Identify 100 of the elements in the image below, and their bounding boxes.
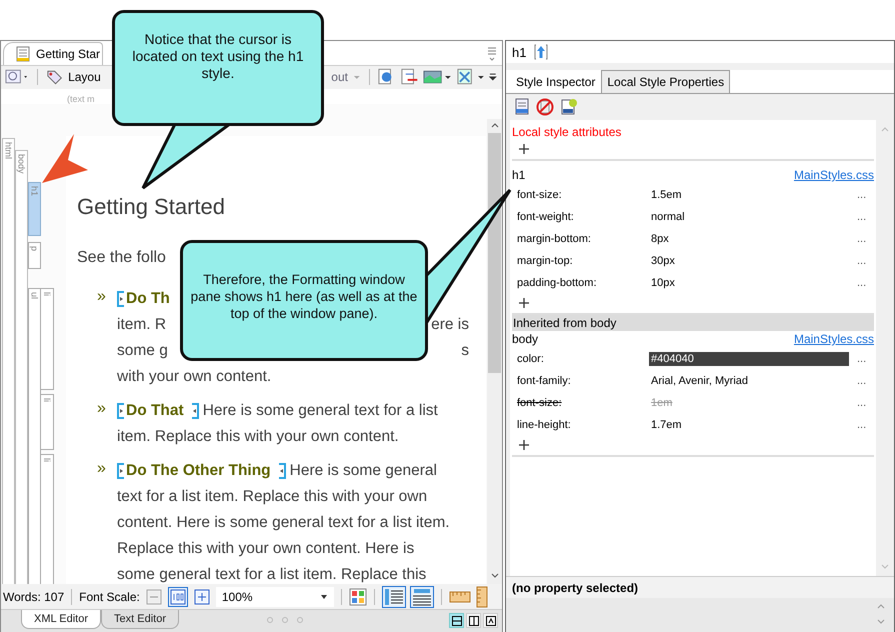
structure-tag[interactable]: ul (28, 288, 41, 584)
tag-icon[interactable] (44, 68, 64, 86)
structure-tag[interactable]: p (28, 242, 41, 269)
property-name: font-size: (517, 189, 563, 201)
document-icon (16, 46, 30, 62)
section-title: Local style attributes (512, 124, 622, 140)
font-scale-reset-button[interactable] (168, 586, 188, 607)
editor-mode-tab[interactable]: XML Editor (21, 610, 102, 630)
structure-tag[interactable]: html (2, 138, 15, 584)
stylesheet-link[interactable]: MainStyles.css (794, 167, 874, 184)
property-value[interactable]: normal (649, 210, 849, 224)
overflow-icon[interactable] (488, 71, 498, 84)
property-name: padding-bottom: (517, 277, 598, 289)
tag-end-marker-icon[interactable] (190, 402, 199, 419)
list-item-text: text for a list item. Replace this with your own (117, 486, 428, 507)
selector-name: body (512, 331, 538, 348)
caret-icon[interactable] (320, 594, 328, 600)
list-item-title: Do That (126, 400, 184, 421)
property-more-button[interactable]: ... (855, 397, 868, 409)
document-heading: Getting Started (77, 194, 225, 220)
add-icon[interactable] (518, 143, 530, 155)
list-bullet: » (97, 286, 107, 307)
element-name: h1 (512, 44, 526, 60)
vertical-ruler-icon[interactable] (474, 586, 489, 608)
property-more-button[interactable]: ... (855, 277, 868, 289)
property-value[interactable]: Arial, Avenir, Myriad (649, 374, 849, 388)
structure-tag[interactable]: li (41, 288, 54, 390)
list-item-text: Here is some general (290, 460, 437, 481)
structure-tag[interactable]: body (15, 150, 28, 584)
tag-end-marker-icon[interactable] (276, 462, 286, 479)
parent-element-icon[interactable] (534, 44, 548, 60)
property-value[interactable]: 8px (649, 232, 849, 246)
list-item-text: with your own content. (117, 366, 272, 387)
horizontal-ruler-icon[interactable] (448, 590, 471, 604)
property-more-button[interactable]: ... (855, 233, 868, 245)
property-name: font-family: (517, 375, 572, 387)
list-item-title: Do The Other Thing (126, 460, 271, 481)
list-bullet: » (97, 458, 107, 479)
document-tab[interactable]: Getting Star (3, 42, 104, 65)
color-grid-icon[interactable] (348, 588, 367, 606)
layout-label[interactable]: out (331, 70, 348, 84)
property-more-button[interactable]: ... (855, 419, 868, 431)
zoom-dropdown[interactable]: 100% (216, 586, 334, 607)
pointer-arrow-icon (42, 134, 88, 183)
split-vertical-button[interactable] (466, 613, 481, 628)
tag-start-marker-icon[interactable] (117, 402, 126, 419)
drag-handle-icon[interactable] (264, 616, 305, 624)
hint-text: (text m (67, 94, 95, 104)
property-value[interactable]: 10px (649, 276, 849, 290)
stylesheet-icon[interactable] (514, 98, 530, 116)
property-more-button[interactable]: ... (855, 353, 868, 365)
property-more-button[interactable]: ... (855, 211, 868, 223)
layout-label[interactable]: Layou (68, 70, 101, 84)
property-value[interactable]: 1.5em (649, 188, 849, 202)
list-item-text: content. Here is some general text for a list item. (117, 512, 450, 533)
list-bullet: » (97, 398, 107, 419)
split-horizontal-button[interactable] (449, 613, 464, 628)
list-item-text: Here is some general text for a list (202, 400, 438, 421)
word-count: Words: 107 (3, 590, 64, 604)
top-tags-toggle[interactable] (410, 586, 434, 608)
document-link-icon[interactable] (400, 68, 419, 86)
add-icon[interactable] (518, 439, 530, 451)
add-icon[interactable] (518, 297, 530, 309)
property-name: margin-bottom: (517, 233, 592, 245)
property-value[interactable]: 1.7em (649, 418, 849, 432)
selector-name: h1 (512, 167, 526, 184)
font-scale-label: Font Scale: (79, 590, 140, 604)
inspector-tab[interactable]: Local Style Properties (601, 70, 730, 93)
side-tags-toggle[interactable] (382, 586, 406, 608)
inherited-header: Inherited from body (512, 315, 874, 331)
list-item-title: Do Th (126, 288, 170, 309)
paragraph-text: See the follo (77, 248, 166, 266)
vertical-scrollbar[interactable] (487, 118, 502, 584)
property-name: font-weight: (517, 211, 575, 223)
list-item-text: ere is (431, 314, 469, 335)
property-name: margin-top: (517, 255, 574, 267)
list-item-text: item. R (117, 314, 166, 335)
list-item-text: item. Replace this with your own content. (117, 426, 399, 447)
property-name: font-size: (517, 397, 563, 409)
list-item-text: some g (117, 340, 168, 361)
list-item-text: s (461, 340, 469, 361)
tag-start-marker-icon[interactable] (117, 462, 126, 479)
property-value[interactable]: 30px (649, 254, 849, 268)
structure-tag[interactable]: li (41, 394, 54, 450)
list-item-text: some general text for a list item. Replace this (117, 564, 426, 584)
tag-start-marker-icon[interactable] (117, 290, 126, 307)
property-name: color: (517, 353, 545, 365)
editor-mode-tab[interactable]: Text Editor (101, 610, 179, 630)
property-status: (no property selected) (512, 580, 638, 594)
font-scale-plus-button[interactable] (192, 586, 212, 607)
property-more-button[interactable]: ... (855, 189, 868, 201)
split-collapse-button[interactable] (483, 613, 498, 628)
property-value[interactable]: #404040 (649, 352, 849, 366)
clear-style-icon[interactable] (536, 98, 554, 116)
property-more-button[interactable]: ... (855, 255, 868, 267)
property-name: line-height: (517, 419, 572, 431)
structure-tag[interactable]: li (41, 454, 54, 584)
edit-stylesheet-icon[interactable] (560, 98, 578, 116)
property-more-button[interactable]: ... (855, 375, 868, 387)
stylesheet-link[interactable]: MainStyles.css (794, 331, 874, 348)
